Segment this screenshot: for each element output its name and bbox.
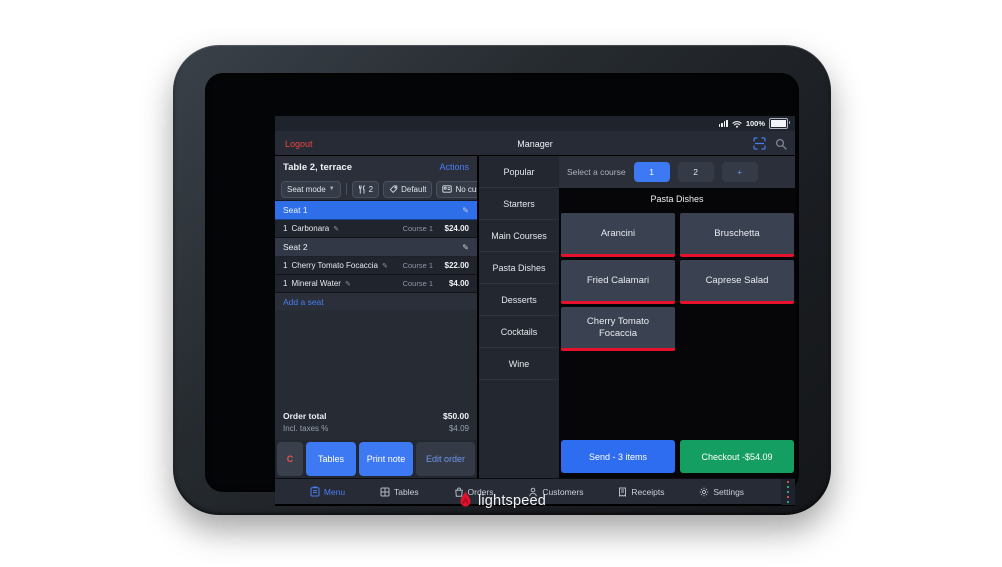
- checkout-button[interactable]: Checkout -$54.09: [680, 440, 794, 473]
- order-item-carbonara[interactable]: 1 Carbonara ✎ Course 1 $24.00: [275, 220, 477, 238]
- tag-icon: [389, 185, 398, 194]
- order-panel: Table 2, terrace Actions Seat mode▼ 2: [275, 156, 477, 478]
- tablet-device: 100% Logout Manager: [173, 45, 831, 515]
- edit-seat-icon[interactable]: ✎: [462, 243, 469, 252]
- menu-board-icon: [310, 486, 320, 497]
- pos-app-screen: 100% Logout Manager: [275, 116, 795, 506]
- print-note-button[interactable]: Print note: [359, 442, 413, 476]
- edit-seat-icon[interactable]: ✎: [462, 206, 469, 215]
- category-main-courses[interactable]: Main Courses: [479, 220, 559, 252]
- category-cocktails[interactable]: Cocktails: [479, 316, 559, 348]
- receipt-icon: [618, 487, 627, 497]
- profile-button[interactable]: Default: [383, 181, 432, 198]
- menu-item-caprese-salad[interactable]: Caprese Salad: [680, 260, 794, 304]
- course-selector: Select a course 1 2 +: [559, 156, 795, 188]
- status-bar: 100%: [275, 116, 795, 131]
- category-popular[interactable]: Popular: [479, 156, 559, 188]
- edit-item-icon[interactable]: ✎: [382, 262, 388, 270]
- wifi-icon: [732, 120, 742, 128]
- order-empty-area: [275, 310, 477, 406]
- add-seat-link[interactable]: Add a seat: [275, 293, 477, 310]
- battery-percent: 100%: [746, 119, 765, 128]
- guest-count-button[interactable]: 2: [352, 181, 379, 198]
- select-course-label: Select a course: [567, 167, 626, 177]
- taxes-label: Incl. taxes %: [283, 424, 328, 433]
- customer-card-icon: [442, 185, 452, 193]
- order-toolbar: Seat mode▼ 2: [275, 178, 477, 201]
- category-list: Popular Starters Main Courses Pasta Dish…: [479, 156, 559, 478]
- app-header: Logout Manager: [275, 131, 795, 156]
- app-body: Table 2, terrace Actions Seat mode▼ 2: [275, 156, 795, 478]
- lightspeed-logo-text: lightspeed: [478, 493, 546, 509]
- category-starters[interactable]: Starters: [479, 188, 559, 220]
- category-desserts[interactable]: Desserts: [479, 284, 559, 316]
- course-2-button[interactable]: 2: [678, 162, 714, 182]
- lightspeed-logo: lightspeed: [458, 491, 546, 511]
- menu-panel: Select a course 1 2 + Pasta Dishes Aranc…: [559, 156, 795, 478]
- actions-link[interactable]: Actions: [439, 162, 469, 172]
- cellular-signal-icon: [719, 120, 728, 127]
- edit-order-button[interactable]: Edit order: [416, 442, 475, 476]
- search-icon[interactable]: [775, 138, 787, 150]
- page-title: Manager: [275, 131, 795, 156]
- order-item-mineral-water[interactable]: 1 Mineral Water ✎ Course 1 $4.00: [275, 275, 477, 293]
- menu-actions-row: Send - 3 items Checkout -$54.09: [561, 440, 795, 473]
- menu-item-grid: Arancini Bruschetta Fried Calamari Capre…: [561, 213, 795, 351]
- clear-button[interactable]: C: [277, 442, 303, 476]
- order-totals: Order total $50.00 Incl. taxes % $4.09: [275, 406, 477, 440]
- course-1-button[interactable]: 1: [634, 162, 670, 182]
- order-item-focaccia[interactable]: 1 Cherry Tomato Focaccia ✎ Course 1 $22.…: [275, 257, 477, 275]
- taxes-value: $4.09: [449, 424, 469, 433]
- order-total-value: $50.00: [443, 411, 469, 421]
- tables-grid-icon: [380, 487, 390, 497]
- utensils-icon: [358, 185, 366, 194]
- tables-button[interactable]: Tables: [306, 442, 356, 476]
- seat-mode-dropdown[interactable]: Seat mode▼: [281, 181, 341, 198]
- nav-menu[interactable]: Menu: [310, 486, 345, 497]
- edit-item-icon[interactable]: ✎: [333, 225, 339, 233]
- menu-item-fried-calamari[interactable]: Fried Calamari: [561, 260, 675, 304]
- table-name: Table 2, terrace: [283, 162, 352, 173]
- menu-item-cherry-tomato-focaccia[interactable]: Cherry Tomato Focaccia: [561, 307, 675, 351]
- category-pasta-dishes[interactable]: Pasta Dishes: [479, 252, 559, 284]
- nav-tables[interactable]: Tables: [380, 487, 419, 497]
- add-course-button[interactable]: +: [722, 162, 758, 182]
- nav-drag-handle[interactable]: [781, 479, 795, 505]
- edit-item-icon[interactable]: ✎: [345, 280, 351, 288]
- order-buttons-row: C Tables Print note Edit order: [275, 440, 477, 478]
- menu-item-bruschetta[interactable]: Bruschetta: [680, 213, 794, 257]
- toolbar-divider: [346, 183, 347, 195]
- section-title: Pasta Dishes: [559, 194, 795, 204]
- nav-receipts[interactable]: Receipts: [618, 487, 664, 497]
- send-button[interactable]: Send - 3 items: [561, 440, 675, 473]
- barcode-scan-icon[interactable]: [753, 137, 766, 150]
- gear-icon: [699, 487, 709, 497]
- lightspeed-flame-icon: [458, 491, 473, 511]
- menu-item-arancini[interactable]: Arancini: [561, 213, 675, 257]
- customer-button[interactable]: No cust: [436, 181, 477, 198]
- category-wine[interactable]: Wine: [479, 348, 559, 380]
- seat-row-1[interactable]: Seat 1 ✎: [275, 201, 477, 220]
- battery-icon: [769, 118, 788, 129]
- seat-row-2[interactable]: Seat 2 ✎: [275, 238, 477, 257]
- tablet-bezel: 100% Logout Manager: [205, 73, 799, 492]
- order-total-label: Order total: [283, 411, 326, 421]
- nav-settings[interactable]: Settings: [699, 487, 744, 497]
